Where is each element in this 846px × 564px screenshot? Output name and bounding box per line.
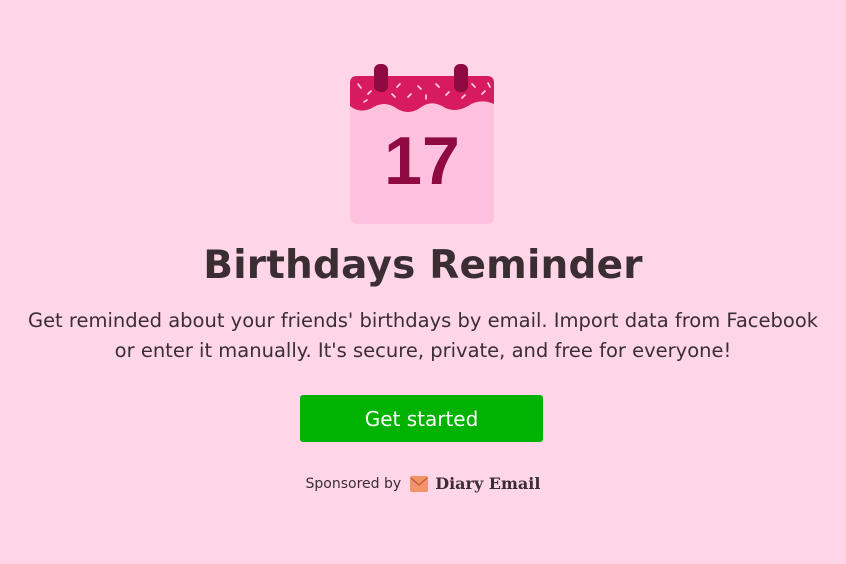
sponsor-line: Sponsored by Diary Email — [0, 474, 846, 493]
get-started-button[interactable]: Get started — [300, 395, 543, 442]
calendar-icon: 17 — [350, 64, 494, 224]
page-description: Get reminded about your friends' birthda… — [27, 309, 819, 362]
hero-section: 17 Birthdays Reminder Get reminded about… — [0, 0, 846, 564]
sponsor-label: Sponsored by — [305, 475, 402, 492]
envelope-icon — [410, 475, 429, 492]
sponsor-link[interactable]: Diary Email — [410, 474, 540, 493]
calendar-day-number: 17 — [384, 123, 460, 199]
sponsor-name: Diary Email — [435, 474, 541, 493]
page-title: Birthdays Reminder — [203, 243, 643, 288]
